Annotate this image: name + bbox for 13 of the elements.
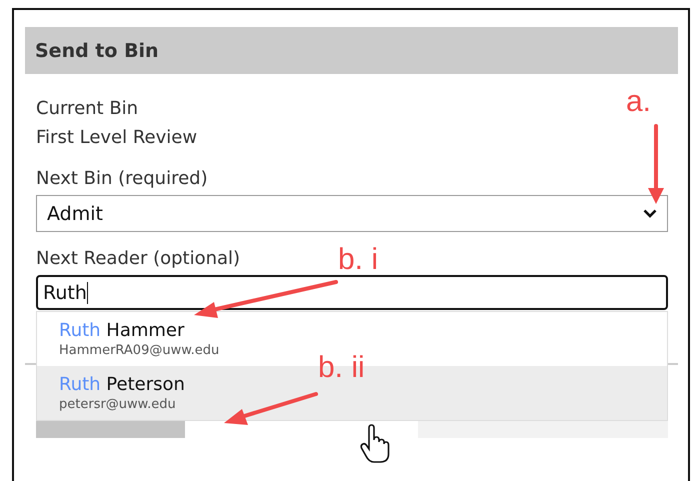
next-bin-select[interactable]: Admit (36, 195, 668, 232)
button-background[interactable] (418, 420, 668, 438)
field-value: First Level Review (36, 126, 198, 150)
field-label: Next Bin (required) (36, 167, 208, 191)
field-label: Current Bin (36, 97, 138, 121)
annotation-label: a. (626, 86, 652, 118)
hand-cursor-icon (360, 424, 390, 464)
field-label: Next Reader (optional) (36, 247, 240, 271)
annotation-label: b. i (338, 244, 378, 276)
button-background[interactable] (36, 420, 185, 438)
panel-title: Send to Bin (35, 40, 159, 62)
next-reader-input[interactable]: Ruth (36, 275, 668, 310)
chevron-down-icon (643, 209, 657, 218)
